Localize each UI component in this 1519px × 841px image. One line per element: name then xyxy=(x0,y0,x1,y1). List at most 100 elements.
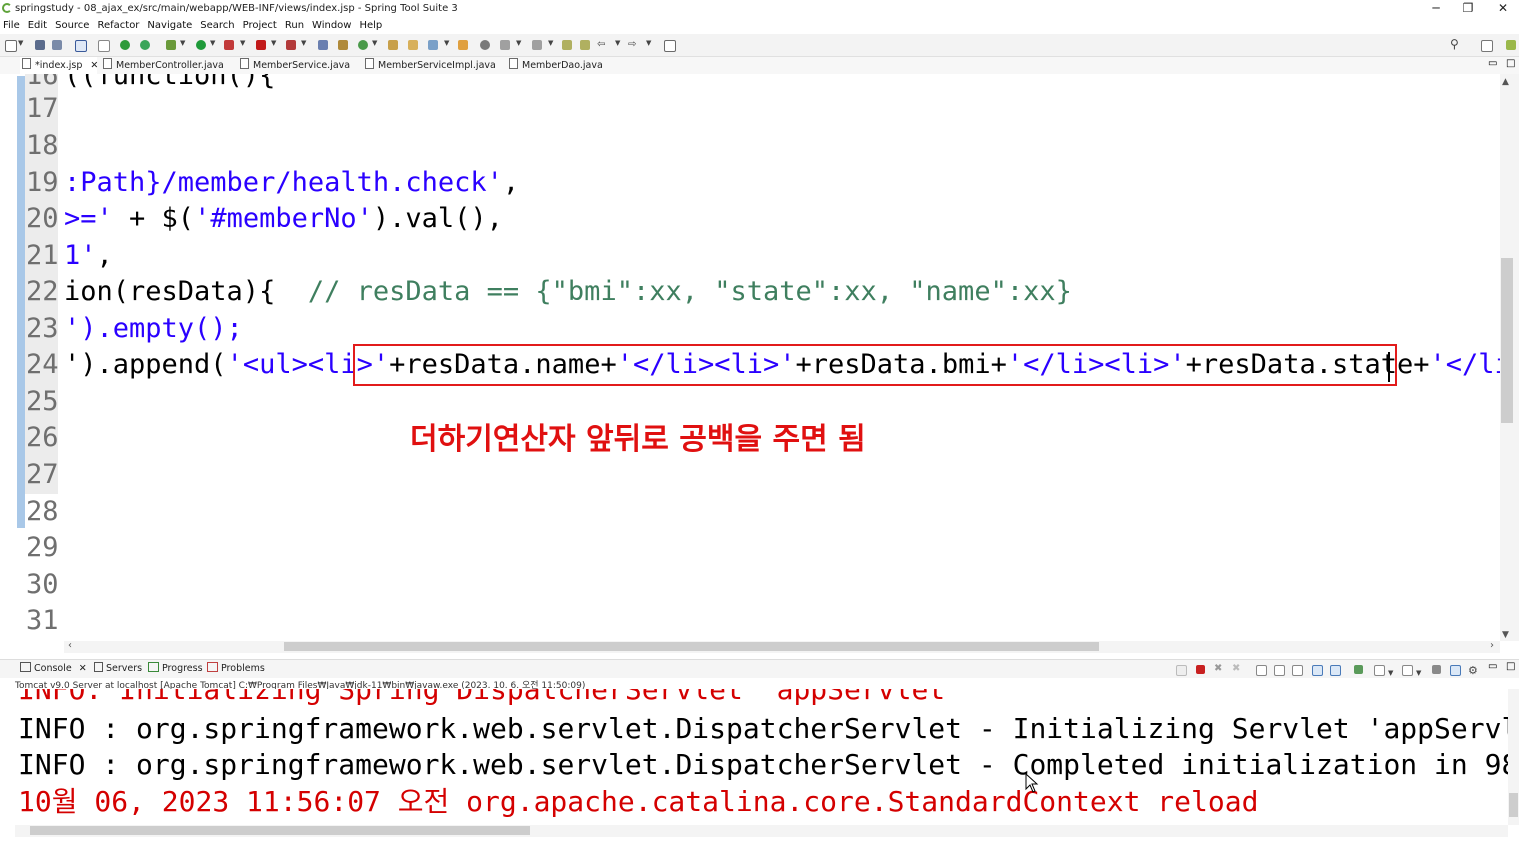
chevron-down-icon[interactable]: ▼ xyxy=(210,39,215,47)
debug-icon[interactable] xyxy=(166,40,176,50)
forward-icon[interactable]: ⇨ xyxy=(628,39,636,50)
menu-search[interactable]: Search xyxy=(197,17,239,34)
chevron-down-icon[interactable]: ▼ xyxy=(1388,664,1393,682)
minimize-view-icon[interactable]: ▭ xyxy=(1488,658,1497,676)
display-selected-console-icon[interactable] xyxy=(1354,665,1363,674)
minimize-editor-icon[interactable]: ▭ xyxy=(1488,55,1497,72)
previous-annotation-icon[interactable] xyxy=(532,40,542,50)
chevron-down-icon[interactable]: ▼ xyxy=(646,39,651,47)
chevron-down-icon[interactable]: ▼ xyxy=(615,39,620,47)
chevron-down-icon[interactable]: ▼ xyxy=(301,39,306,47)
gear-icon[interactable]: ⚙ xyxy=(1468,662,1478,680)
menu-navigate[interactable]: Navigate xyxy=(144,17,197,34)
tab-member-service-impl[interactable]: MemberServiceImpl.java xyxy=(365,57,496,74)
menu-window[interactable]: Window xyxy=(309,17,356,34)
globe-icon[interactable] xyxy=(480,40,490,50)
pin-editor-icon[interactable] xyxy=(664,40,676,52)
last-edit-icon[interactable] xyxy=(562,40,572,50)
search-tool-icon[interactable] xyxy=(428,40,438,50)
scroll-up-icon[interactable]: ▲ xyxy=(1502,77,1509,87)
show-stderr-icon[interactable] xyxy=(1312,665,1323,676)
scroll-right-icon[interactable]: › xyxy=(1490,640,1494,651)
tab-console[interactable]: Console ✕ xyxy=(20,660,87,678)
chevron-down-icon[interactable]: ▼ xyxy=(444,39,449,47)
tab-label: MemberDao.java xyxy=(522,60,603,71)
open-type-icon[interactable] xyxy=(388,40,398,50)
tab-member-service[interactable]: MemberService.java xyxy=(240,57,350,74)
scroll-lock-icon[interactable] xyxy=(1256,665,1267,676)
restore-button[interactable]: ❐ xyxy=(1453,0,1483,17)
external-tools-icon[interactable] xyxy=(286,40,296,50)
editor-vertical-scroll-thumb[interactable] xyxy=(1501,258,1513,423)
link-icon[interactable] xyxy=(1450,665,1461,676)
tab-problems[interactable]: Problems xyxy=(207,660,265,678)
clear-console-icon[interactable] xyxy=(1176,665,1187,676)
new-class-icon[interactable] xyxy=(358,40,368,50)
remove-all-icon[interactable]: ✖ xyxy=(1232,664,1242,674)
word-wrap-icon[interactable] xyxy=(1274,665,1285,676)
tab-member-controller[interactable]: MemberController.java xyxy=(103,57,224,74)
open-console-icon[interactable] xyxy=(1374,665,1385,676)
stop-icon[interactable] xyxy=(256,40,266,50)
maximize-view-icon[interactable]: □ xyxy=(1506,658,1515,676)
show-stdout-icon[interactable] xyxy=(1292,665,1303,676)
coverage-icon[interactable] xyxy=(224,40,234,50)
menu-edit[interactable]: Edit xyxy=(25,17,52,34)
next-annotation-icon[interactable] xyxy=(500,40,510,50)
skip-breakpoints-icon[interactable] xyxy=(98,40,110,52)
save-all-icon[interactable] xyxy=(52,40,62,50)
maximize-editor-icon[interactable]: □ xyxy=(1506,55,1515,72)
menu-refactor[interactable]: Refactor xyxy=(94,17,144,34)
scroll-left-icon[interactable]: ‹ xyxy=(68,640,72,651)
save-icon[interactable] xyxy=(35,40,45,50)
console-vertical-scroll-thumb[interactable] xyxy=(1509,793,1518,817)
chevron-down-icon[interactable]: ▼ xyxy=(548,39,553,47)
back-icon[interactable]: ⇦ xyxy=(597,39,605,50)
new-icon[interactable] xyxy=(5,40,17,52)
pin-console-icon[interactable] xyxy=(1330,665,1341,676)
last-edit-2-icon[interactable] xyxy=(580,40,590,50)
chevron-down-icon[interactable]: ▼ xyxy=(240,39,245,47)
scroll-down-icon[interactable]: ▼ xyxy=(1502,630,1509,640)
start-server-icon[interactable] xyxy=(120,40,130,50)
chevron-down-icon[interactable]: ▼ xyxy=(18,39,23,47)
menu-project[interactable]: Project xyxy=(240,17,282,34)
close-icon[interactable]: ✕ xyxy=(79,663,87,674)
menu-help[interactable]: Help xyxy=(356,17,387,34)
tab-label: MemberController.java xyxy=(116,60,224,71)
search-icon[interactable]: ⚲ xyxy=(1450,37,1459,51)
chevron-down-icon[interactable]: ▼ xyxy=(271,39,276,47)
menu-file[interactable]: File xyxy=(0,17,25,34)
chevron-down-icon[interactable]: ▼ xyxy=(516,39,521,47)
menu-run[interactable]: Run xyxy=(282,17,309,34)
new-java-project-icon[interactable] xyxy=(318,40,328,50)
open-folder-icon[interactable] xyxy=(458,40,468,50)
sts-logo-icon xyxy=(2,3,12,13)
terminate-icon[interactable] xyxy=(1196,665,1205,674)
run-icon[interactable] xyxy=(196,40,206,50)
tab-member-dao[interactable]: MemberDao.java xyxy=(509,57,603,74)
console-output[interactable]: INFO: Initializing Spring DispatcherServ… xyxy=(0,689,1508,825)
close-button[interactable]: ✕ xyxy=(1488,0,1518,17)
terminal-icon[interactable] xyxy=(75,40,87,52)
new-console-icon[interactable] xyxy=(1402,665,1413,676)
annotation-text: 더하기연산자 앞뒤로 공백을 주면 됨 xyxy=(410,422,866,457)
java-ee-perspective-icon[interactable] xyxy=(1506,40,1516,50)
open-perspective-icon[interactable] xyxy=(1481,40,1493,52)
chevron-down-icon[interactable]: ▼ xyxy=(372,39,377,47)
new-package-icon[interactable] xyxy=(338,40,348,50)
open-task-icon[interactable] xyxy=(408,40,418,50)
console-horizontal-scroll-thumb[interactable] xyxy=(30,826,530,835)
minimize-button[interactable]: ─ xyxy=(1421,0,1451,17)
editor-horizontal-scroll-thumb[interactable] xyxy=(284,642,1099,651)
tab-servers[interactable]: Servers xyxy=(94,660,142,678)
menu-source[interactable]: Source xyxy=(52,17,94,34)
remove-launch-icon[interactable]: ✖ xyxy=(1214,664,1224,674)
refresh-icon[interactable] xyxy=(140,40,150,50)
tab-index-jsp[interactable]: *index.jsp ✕ xyxy=(20,57,98,74)
close-icon[interactable]: ✕ xyxy=(90,60,98,71)
tab-progress[interactable]: Progress xyxy=(148,660,203,678)
chevron-down-icon[interactable]: ▼ xyxy=(180,39,185,47)
console-option-icon[interactable] xyxy=(1432,665,1441,674)
chevron-down-icon[interactable]: ▼ xyxy=(1416,664,1421,682)
